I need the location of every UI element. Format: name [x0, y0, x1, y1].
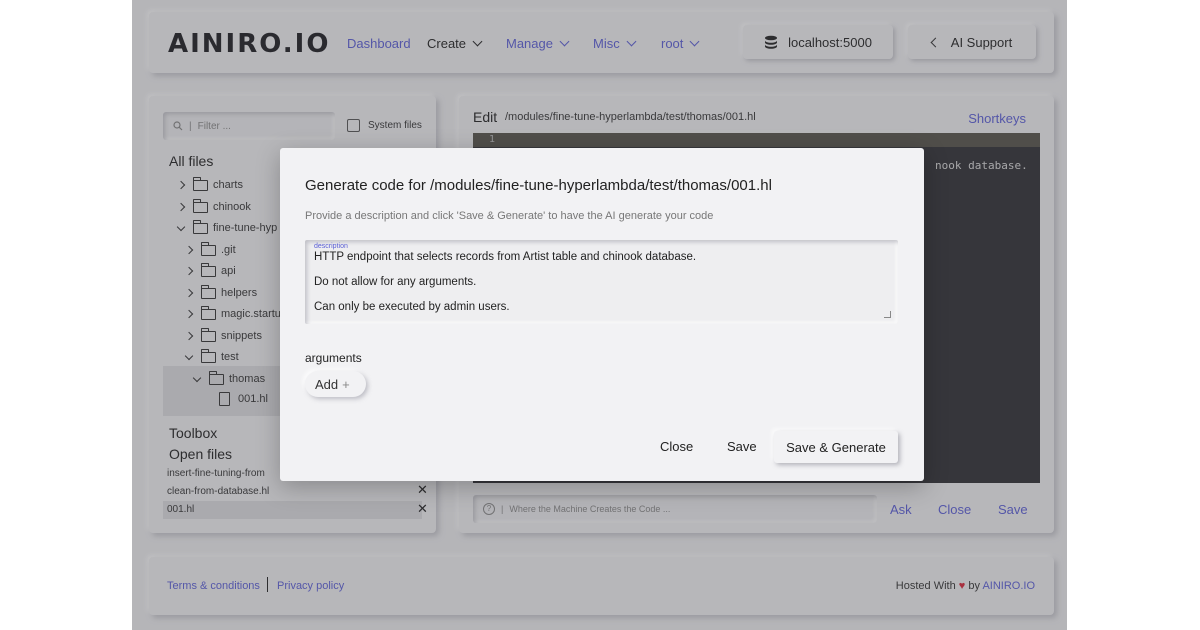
dialog-close-button[interactable]: Close: [660, 439, 693, 454]
dialog-save-button[interactable]: Save: [727, 439, 757, 454]
description-textarea[interactable]: description HTTP endpoint that selects r…: [305, 240, 898, 324]
description-field-label: description: [314, 243, 348, 250]
resize-handle-icon[interactable]: [884, 311, 891, 318]
app-frame: AINIRO.IO Dashboard Create Manage Misc r…: [132, 0, 1067, 630]
add-argument-button[interactable]: Add +: [305, 371, 366, 397]
save-and-generate-button[interactable]: Save & Generate: [774, 431, 898, 463]
description-line: Do not allow for any arguments.: [314, 276, 477, 288]
dialog-title: Generate code for /modules/fine-tune-hyp…: [305, 177, 772, 194]
plus-icon: +: [342, 376, 350, 392]
generate-code-dialog: Generate code for /modules/fine-tune-hyp…: [280, 148, 924, 481]
dialog-description: Provide a description and click 'Save & …: [305, 210, 714, 222]
arguments-label: arguments: [305, 351, 362, 365]
description-line: Can only be executed by admin users.: [314, 301, 510, 313]
description-line: HTTP endpoint that selects records from …: [314, 251, 697, 263]
